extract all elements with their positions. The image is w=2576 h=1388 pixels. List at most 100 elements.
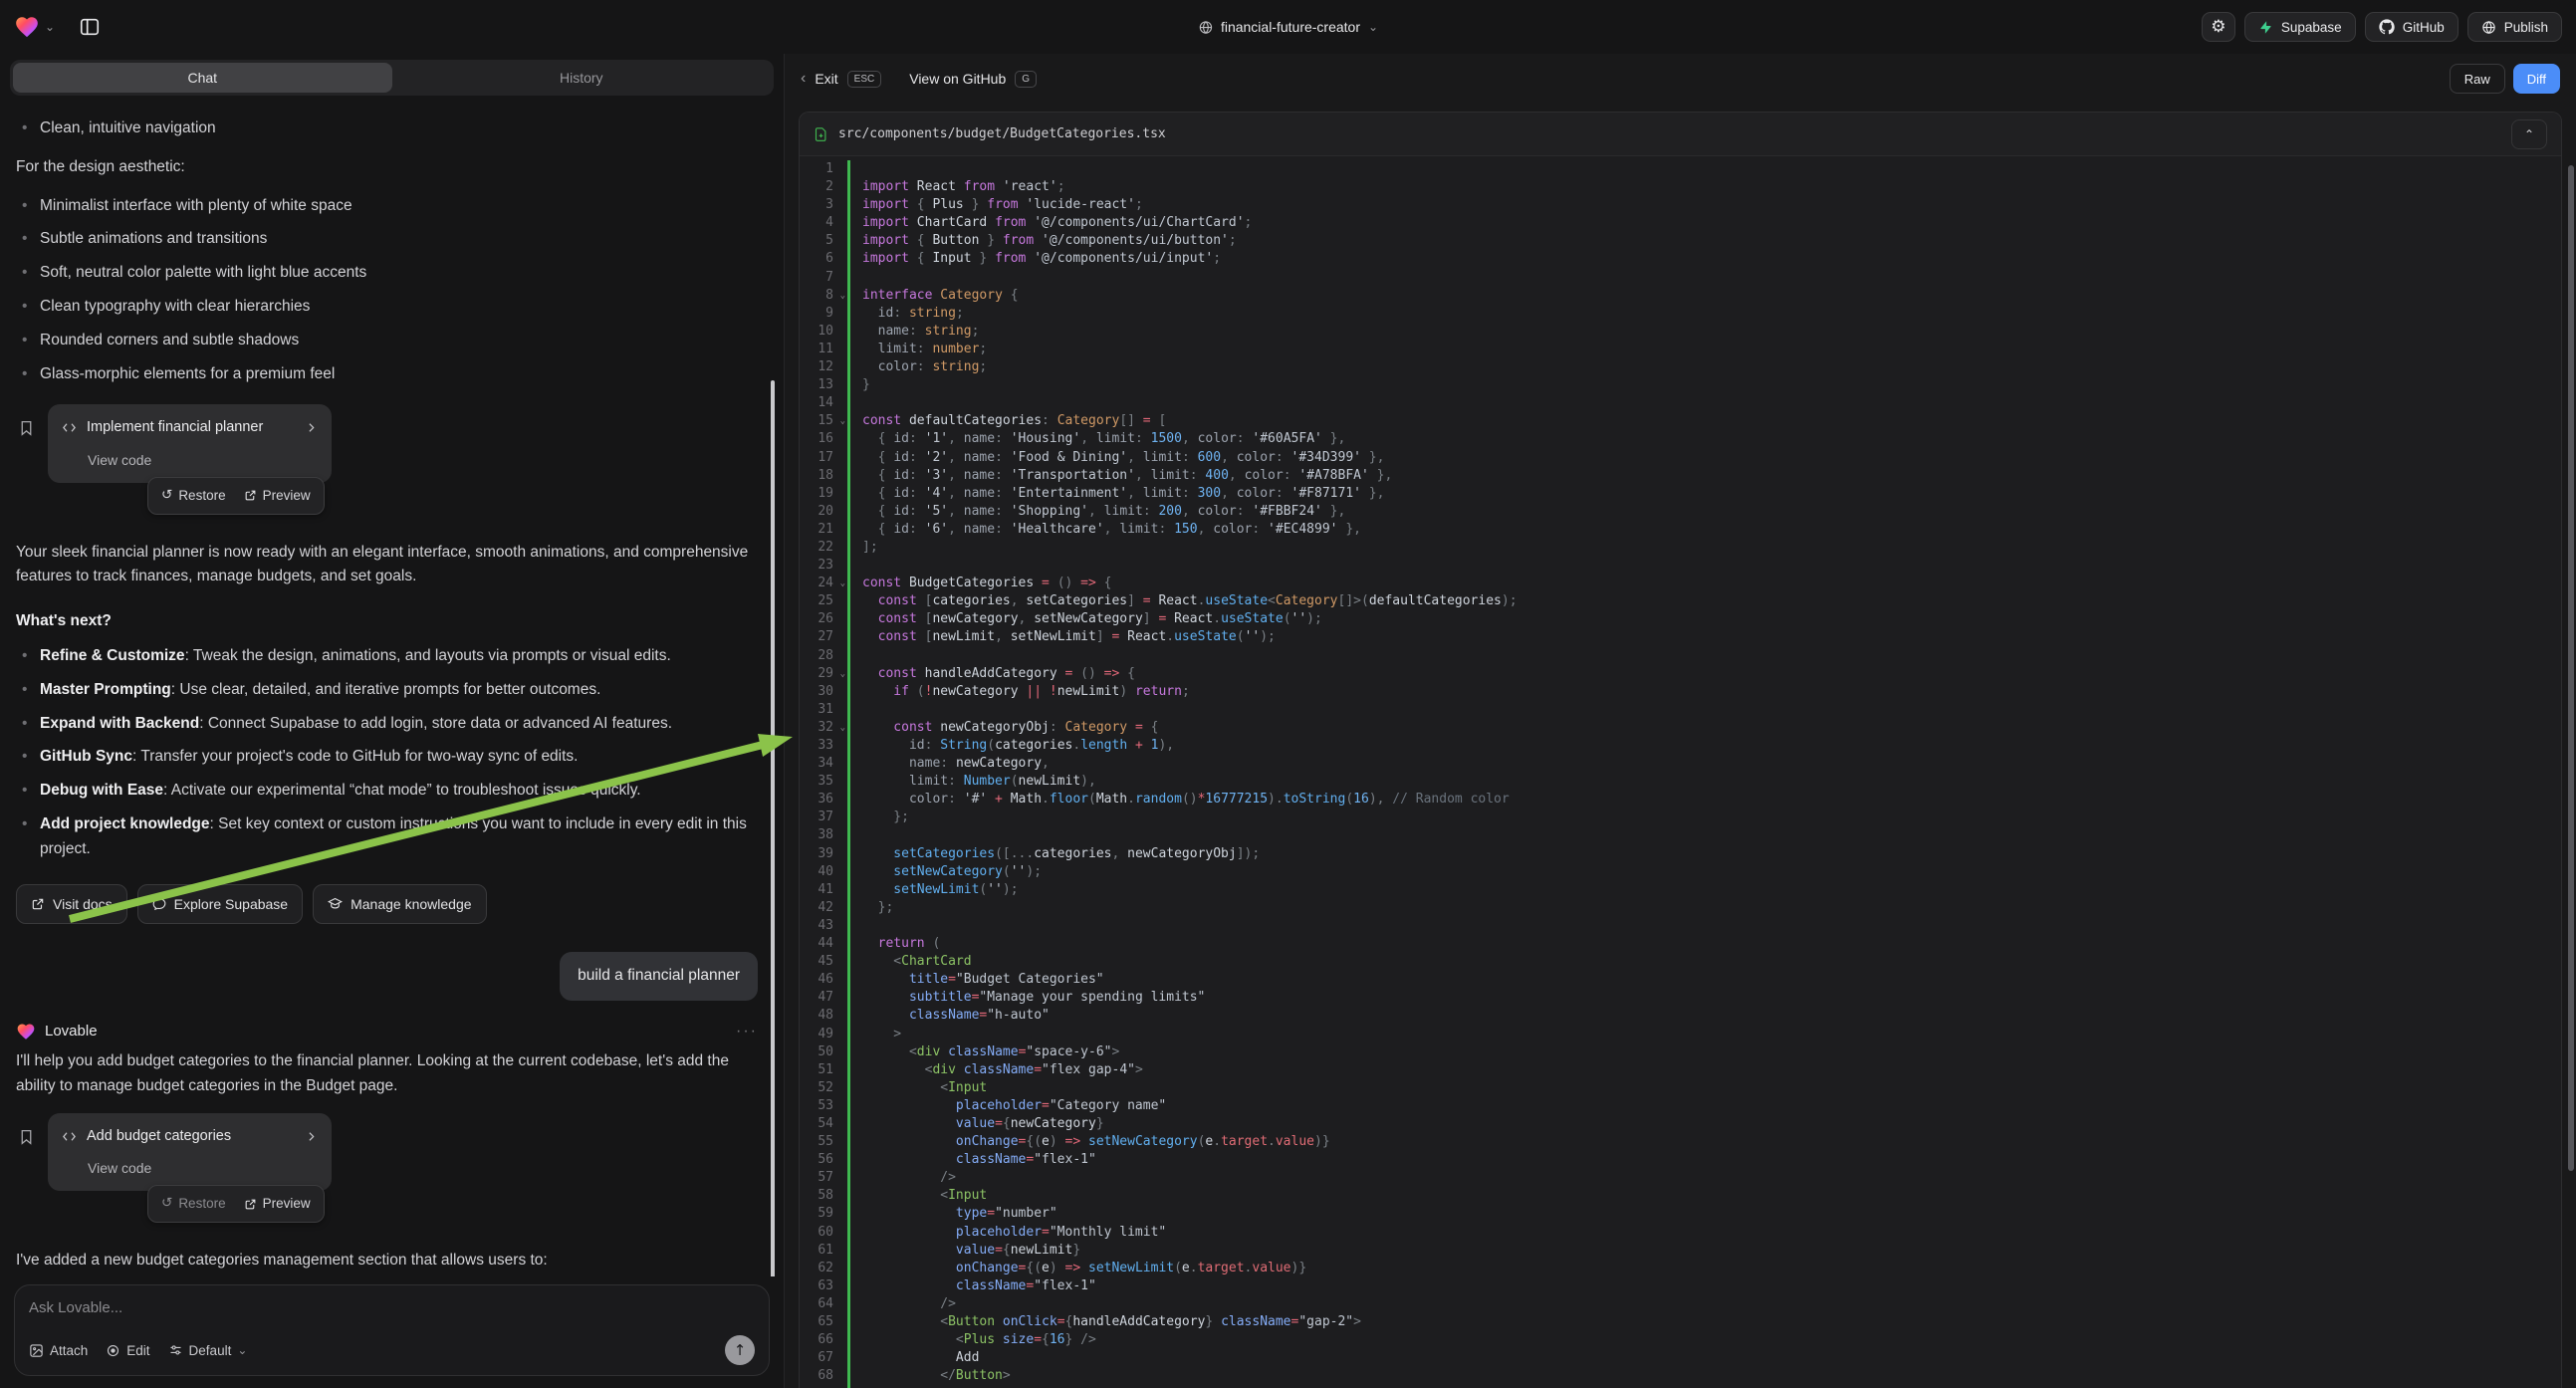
restore-button[interactable]: ↺ Restore: [161, 1193, 226, 1215]
gutter-line: 7: [800, 269, 847, 287]
code-scrollbar-thumb[interactable]: [2568, 165, 2574, 1171]
assistant-header: Lovable ···: [16, 1019, 758, 1044]
bookmark-icon[interactable]: [18, 418, 35, 438]
fold-chevron-icon[interactable]: ⌄: [840, 575, 845, 592]
gutter-line: 32⌄: [800, 719, 847, 737]
chat-history-tabs: Chat History: [10, 60, 774, 96]
exit-button[interactable]: ‹ Exit ESC: [801, 70, 881, 88]
supabase-button[interactable]: Supabase: [2244, 12, 2356, 42]
gutter-line: 2: [800, 178, 847, 196]
code-line: { id: '3', name: 'Transportation', limit…: [862, 467, 2561, 485]
code-line: { id: '1', name: 'Housing', limit: 1500,…: [862, 430, 2561, 448]
github-button[interactable]: GitHub: [2365, 12, 2459, 42]
code-line: placeholder="Category name": [862, 1097, 2561, 1115]
view-on-github-button[interactable]: View on GitHub G: [909, 71, 1037, 88]
lovable-logo-menu[interactable]: ⌄: [14, 14, 55, 40]
code-line: [862, 917, 2561, 935]
publish-button[interactable]: Publish: [2467, 12, 2562, 42]
send-button[interactable]: ↑: [725, 1335, 755, 1365]
preview-button[interactable]: Preview: [244, 1193, 311, 1215]
list-item: Minimalist interface with plenty of whit…: [16, 194, 758, 219]
attach-button[interactable]: Attach: [29, 1343, 88, 1358]
g-shortcut-key: G: [1015, 71, 1037, 88]
code-editor: 12345678⌄9101112131415⌄16171819202122232…: [800, 156, 2561, 1388]
composer: Attach Edit Default ⌄ ↑: [14, 1284, 770, 1376]
raw-toggle-button[interactable]: Raw: [2450, 64, 2505, 94]
code-line: <ChartCard: [862, 953, 2561, 971]
github-icon: [2379, 19, 2395, 35]
gutter-line: 33: [800, 737, 847, 755]
fold-chevron-icon[interactable]: ⌄: [840, 287, 845, 305]
edit-button[interactable]: Edit: [106, 1343, 149, 1358]
restore-preview-pill: ↺ Restore Preview: [147, 1185, 325, 1223]
gutter-line: 40: [800, 863, 847, 881]
view-code-link[interactable]: View code: [88, 1157, 318, 1179]
gutter-line: 39: [800, 845, 847, 863]
gutter-line: 14: [800, 394, 847, 412]
code-line: { id: '4', name: 'Entertainment', limit:…: [862, 485, 2561, 503]
model-default-dropdown[interactable]: Default ⌄: [168, 1343, 248, 1358]
code-line: if (!newCategory || !newLimit) return;: [862, 683, 2561, 701]
code-line: placeholder="Monthly limit": [862, 1224, 2561, 1242]
code-change-card[interactable]: Add budget categories View code: [48, 1113, 332, 1192]
code-line: };: [862, 809, 2561, 826]
gutter-line: 41: [800, 881, 847, 899]
project-switcher[interactable]: financial-future-creator ⌄: [1198, 19, 1378, 35]
whats-next-heading: What's next?: [16, 609, 758, 634]
code-line: [862, 826, 2561, 844]
code-line: setNewLimit('');: [862, 881, 2561, 899]
external-link-icon: [244, 489, 257, 502]
gutter-line: 4: [800, 214, 847, 232]
gutter-line: 27: [800, 628, 847, 646]
gutter-line: 57: [800, 1169, 847, 1187]
gutter-line: 42: [800, 899, 847, 917]
gutter-line: 12: [800, 358, 847, 376]
code-line: limit: Number(newLimit),: [862, 773, 2561, 791]
preview-button[interactable]: Preview: [244, 485, 311, 507]
chat-input[interactable]: [29, 1299, 755, 1335]
image-icon: [29, 1343, 44, 1358]
more-menu-icon[interactable]: ···: [736, 1019, 758, 1044]
manage-knowledge-button[interactable]: Manage knowledge: [313, 884, 486, 924]
explore-supabase-button[interactable]: Explore Supabase: [137, 884, 303, 924]
fold-chevron-icon[interactable]: ⌄: [840, 665, 845, 683]
code-line: className="h-auto": [862, 1007, 2561, 1025]
tab-chat[interactable]: Chat: [13, 63, 392, 93]
collapse-file-button[interactable]: ⌃: [2511, 119, 2547, 149]
diff-toggle-button[interactable]: Diff: [2513, 64, 2560, 94]
publish-label: Publish: [2504, 20, 2548, 35]
code-line: [862, 394, 2561, 412]
user-message: build a financial planner: [560, 952, 758, 1001]
chat-bubble-icon: [152, 897, 166, 911]
gutter-line: 13: [800, 376, 847, 394]
restore-button[interactable]: ↺ Restore: [161, 485, 226, 507]
fold-chevron-icon[interactable]: ⌄: [840, 719, 845, 737]
code-line: />: [862, 1295, 2561, 1313]
gutter-line: 59: [800, 1205, 847, 1223]
gutter-line: 36: [800, 791, 847, 809]
chevron-left-icon: ‹: [801, 70, 806, 88]
gutter-line: 38: [800, 826, 847, 844]
restore-preview-pill: ↺ Restore Preview: [147, 477, 325, 515]
code-line: <div className="space-y-6">: [862, 1043, 2561, 1061]
code-line: import ChartCard from '@/components/ui/C…: [862, 214, 2561, 232]
code-line: id: String(categories.length + 1),: [862, 737, 2561, 755]
target-icon: [106, 1343, 120, 1358]
bookmark-icon[interactable]: [18, 1127, 35, 1147]
tab-history[interactable]: History: [392, 63, 772, 93]
chat-scrollbar-thumb[interactable]: [771, 380, 775, 1276]
list-item: Master Prompting: Use clear, detailed, a…: [16, 678, 758, 703]
code-change-card[interactable]: Implement financial planner View code: [48, 404, 332, 483]
toggle-sidebar-button[interactable]: [73, 10, 107, 44]
code-panel-header: ‹ Exit ESC View on GitHub G Raw Diff: [785, 54, 2576, 104]
file-header[interactable]: src/components/budget/BudgetCategories.t…: [800, 113, 2561, 156]
gutter-line: 16: [800, 430, 847, 448]
view-code-link[interactable]: View code: [88, 449, 318, 471]
code-line: [862, 269, 2561, 287]
gutter-line: 60: [800, 1224, 847, 1242]
code-line: >: [862, 1026, 2561, 1043]
fold-chevron-icon[interactable]: ⌄: [840, 412, 845, 430]
visit-docs-button[interactable]: Visit docs: [16, 884, 127, 924]
list-item: Refine & Customize: Tweak the design, an…: [16, 644, 758, 669]
settings-button[interactable]: ⚙: [2202, 12, 2235, 42]
